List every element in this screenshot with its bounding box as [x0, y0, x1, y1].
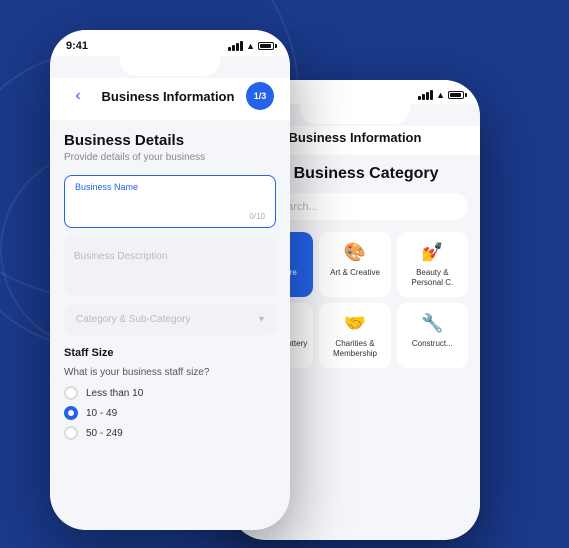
- radio-option-less-10[interactable]: Less than 10: [64, 386, 276, 400]
- charities-icon: 🤝: [344, 313, 366, 334]
- category-item-charities[interactable]: 🤝 Charities & Membership: [319, 303, 390, 368]
- staff-size-label: Staff Size: [64, 347, 276, 359]
- business-details-subtitle: Provide details of your business: [64, 152, 276, 163]
- radio-circle-10-49: [64, 406, 78, 420]
- business-description-group[interactable]: Business Description: [64, 236, 276, 296]
- business-details-title: Business Details: [64, 132, 276, 149]
- front-signal-bars: [228, 41, 243, 51]
- back-signal-bars: [418, 90, 433, 100]
- business-name-counter: 0/10: [75, 212, 265, 221]
- business-name-label: Business Name: [75, 182, 265, 192]
- phones-wrapper: ▲ Business Information Select Business C…: [30, 20, 559, 548]
- signal-bar-4: [430, 90, 433, 100]
- back-battery-icon: [448, 91, 464, 99]
- front-status-icons: ▲: [228, 41, 274, 51]
- front-signal-bar-1: [228, 47, 231, 51]
- progress-badge: 1/3: [246, 82, 274, 110]
- category-item-construct[interactable]: 🔧 Construct...: [397, 303, 468, 368]
- status-time: 9:41: [66, 40, 88, 52]
- category-item-art-creative[interactable]: 🎨 Art & Creative: [319, 232, 390, 297]
- beauty-label: Beauty & Personal C.: [403, 268, 462, 287]
- front-signal-bar-4: [240, 41, 243, 51]
- back-chevron-icon: ‹: [75, 87, 80, 105]
- back-status-icons: ▲: [418, 90, 464, 100]
- front-battery-icon: [258, 42, 274, 50]
- back-button[interactable]: ‹: [66, 84, 90, 108]
- phone-front: 9:41 ▲ ‹: [50, 30, 290, 530]
- construct-icon: 🔧: [421, 313, 443, 334]
- front-notch: [120, 54, 220, 76]
- back-notch: [300, 102, 410, 124]
- front-status-bar: 9:41 ▲: [50, 30, 290, 56]
- front-battery-fill: [260, 44, 271, 48]
- back-header-title: Business Information: [289, 130, 422, 145]
- staff-question-text: What is your business staff size?: [64, 367, 276, 378]
- charities-label: Charities & Membership: [325, 339, 384, 358]
- back-wifi-icon: ▲: [436, 90, 445, 100]
- construct-label: Construct...: [412, 339, 453, 349]
- signal-bar-2: [422, 94, 425, 100]
- signal-bar-3: [426, 92, 429, 100]
- front-wifi-icon: ▲: [246, 41, 255, 51]
- beauty-icon: 💅: [421, 242, 443, 263]
- business-description-placeholder: Business Description: [74, 251, 167, 262]
- radio-option-50-249[interactable]: 50 - 249: [64, 426, 276, 440]
- art-creative-label: Art & Creative: [330, 268, 380, 278]
- front-signal-bar-3: [236, 43, 239, 51]
- radio-label-50-249: 50 - 249: [86, 428, 123, 439]
- dropdown-arrow-icon: ▾: [259, 314, 264, 325]
- business-name-field[interactable]: [75, 198, 265, 210]
- business-name-input-group[interactable]: Business Name 0/10: [64, 175, 276, 228]
- signal-bar-1: [418, 96, 421, 100]
- radio-circle-50-249: [64, 426, 78, 440]
- category-dropdown-label: Category & Sub-Category: [76, 314, 191, 325]
- front-header-title: Business Information: [102, 89, 235, 104]
- back-battery-fill: [450, 93, 461, 97]
- front-phone-header: ‹ Business Information 1/3: [50, 78, 290, 120]
- category-item-beauty[interactable]: 💅 Beauty & Personal C.: [397, 232, 468, 297]
- art-creative-icon: 🎨: [344, 242, 366, 263]
- radio-circle-less-10: [64, 386, 78, 400]
- radio-option-10-49[interactable]: 10 - 49: [64, 406, 276, 420]
- category-dropdown[interactable]: Category & Sub-Category ▾: [64, 304, 276, 335]
- phone-front-inner: 9:41 ▲ ‹: [50, 30, 290, 530]
- radio-label-10-49: 10 - 49: [86, 408, 117, 419]
- radio-label-less-10: Less than 10: [86, 388, 143, 399]
- front-phone-content: Business Details Provide details of your…: [50, 120, 290, 530]
- front-signal-bar-2: [232, 45, 235, 51]
